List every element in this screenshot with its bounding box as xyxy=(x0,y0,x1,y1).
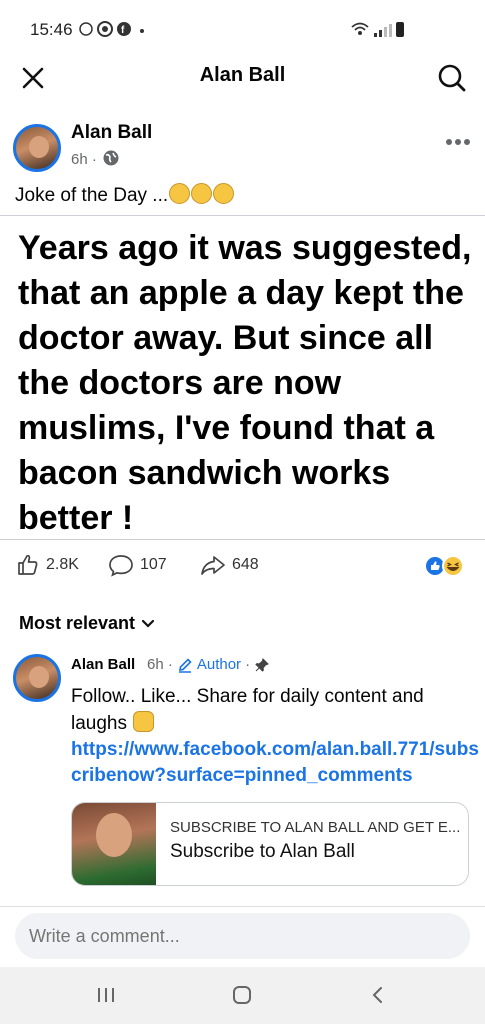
share-button[interactable]: 648 xyxy=(200,552,259,578)
svg-text:f: f xyxy=(121,25,128,36)
divider xyxy=(0,539,485,540)
page-title: Alan Ball xyxy=(199,64,286,86)
comment-count: 107 xyxy=(140,556,167,573)
chevron-down-icon xyxy=(141,619,155,628)
post-author-name[interactable]: Alan Ball xyxy=(71,122,152,144)
comment-author-name[interactable]: Alan Ball xyxy=(71,656,135,673)
wifi-signal-icons xyxy=(350,20,406,43)
status-time: 15:46 xyxy=(30,20,73,39)
clapping-hands-icon xyxy=(133,711,155,732)
pencil-icon xyxy=(178,657,192,673)
comment-sort-label: Most relevant xyxy=(19,613,136,633)
link-preview-image xyxy=(72,803,156,885)
back-icon[interactable] xyxy=(358,980,398,1010)
comment-input[interactable] xyxy=(15,913,470,959)
reaction-summary[interactable] xyxy=(423,554,471,578)
wifi-icon xyxy=(351,22,404,37)
notification-icons-svg: f xyxy=(79,21,144,37)
comment-button[interactable]: 107 xyxy=(108,552,167,578)
link-preview-subtitle: Subscribe to Alan Ball xyxy=(170,841,355,862)
globe-icon xyxy=(102,149,120,167)
search-icon[interactable] xyxy=(437,63,467,93)
comment-sort-dropdown[interactable]: Most relevant xyxy=(19,613,155,634)
share-count: 648 xyxy=(232,556,259,573)
like-count: 2.8K xyxy=(46,556,79,573)
status-bar: 15:46 f xyxy=(0,0,485,56)
haha-reaction-icon xyxy=(442,555,464,577)
link-preview-card[interactable]: SUBSCRIBE TO ALAN BALL AND GET E... Subs… xyxy=(71,802,469,886)
meta-separator: · xyxy=(245,656,251,673)
comment-author-avatar[interactable] xyxy=(13,654,61,702)
thumbs-up-icon xyxy=(18,554,38,575)
post-caption-text: Joke of the Day ... xyxy=(15,185,169,206)
post-caption: Joke of the Day ... xyxy=(15,183,235,207)
post-author-avatar[interactable] xyxy=(13,124,61,172)
notification-icons: f xyxy=(78,20,156,42)
divider xyxy=(0,215,485,216)
comment-timestamp: 6h · xyxy=(147,656,173,673)
link-preview-title: SUBSCRIBE TO ALAN BALL AND GET E... xyxy=(170,819,461,836)
home-icon[interactable] xyxy=(222,980,262,1010)
pin-icon xyxy=(255,657,269,672)
comment-link[interactable]: https://www.facebook.com/alan.ball.771/s… xyxy=(71,737,481,789)
comment-meta: 6h · Author · xyxy=(147,656,270,673)
comment-bubble-icon xyxy=(109,555,133,577)
comment-body: Follow.. Like... Share for daily content… xyxy=(71,686,424,734)
laughing-emoji-icon xyxy=(169,183,191,204)
subscribe-link[interactable]: https://www.facebook.com/alan.ball.771/s… xyxy=(71,739,479,786)
comment-text: Follow.. Like... Share for daily content… xyxy=(71,683,471,737)
post-timestamp[interactable]: 6h · xyxy=(71,151,97,168)
recent-apps-icon[interactable] xyxy=(86,980,126,1010)
laughing-emoji-icon xyxy=(191,183,213,204)
author-badge: Author xyxy=(196,656,242,673)
like-button[interactable]: 2.8K xyxy=(16,552,79,578)
more-options-icon[interactable] xyxy=(445,126,471,152)
post-image-text[interactable]: Years ago it was suggested, that an appl… xyxy=(18,226,478,541)
share-arrow-icon xyxy=(201,556,225,575)
laughing-emoji-icon xyxy=(213,183,235,204)
